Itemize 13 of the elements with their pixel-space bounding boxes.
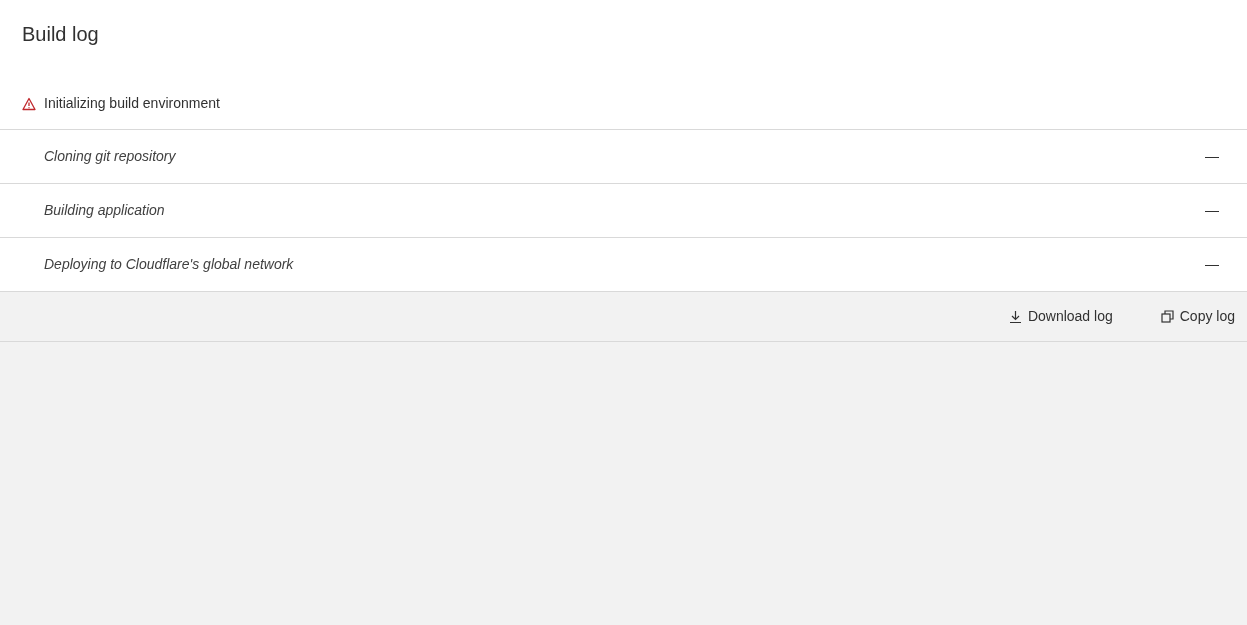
copy-icon (1160, 310, 1174, 323)
page-title: Build log (21, 22, 100, 47)
step-label: Building application (43, 201, 165, 220)
step-label: Initializing build environment (44, 94, 220, 113)
step-duration: — (1205, 147, 1219, 166)
step-label: Deploying to Cloudflare's global network (43, 255, 294, 274)
download-icon (1008, 310, 1022, 323)
copy-button[interactable]: Copy log (1160, 306, 1235, 327)
step-duration: — (1205, 201, 1219, 220)
warning-icon (22, 96, 36, 111)
step-duration: — (1205, 255, 1219, 274)
download-button[interactable]: Download log (1008, 306, 1113, 327)
step-label: Cloning git repository (43, 147, 176, 166)
